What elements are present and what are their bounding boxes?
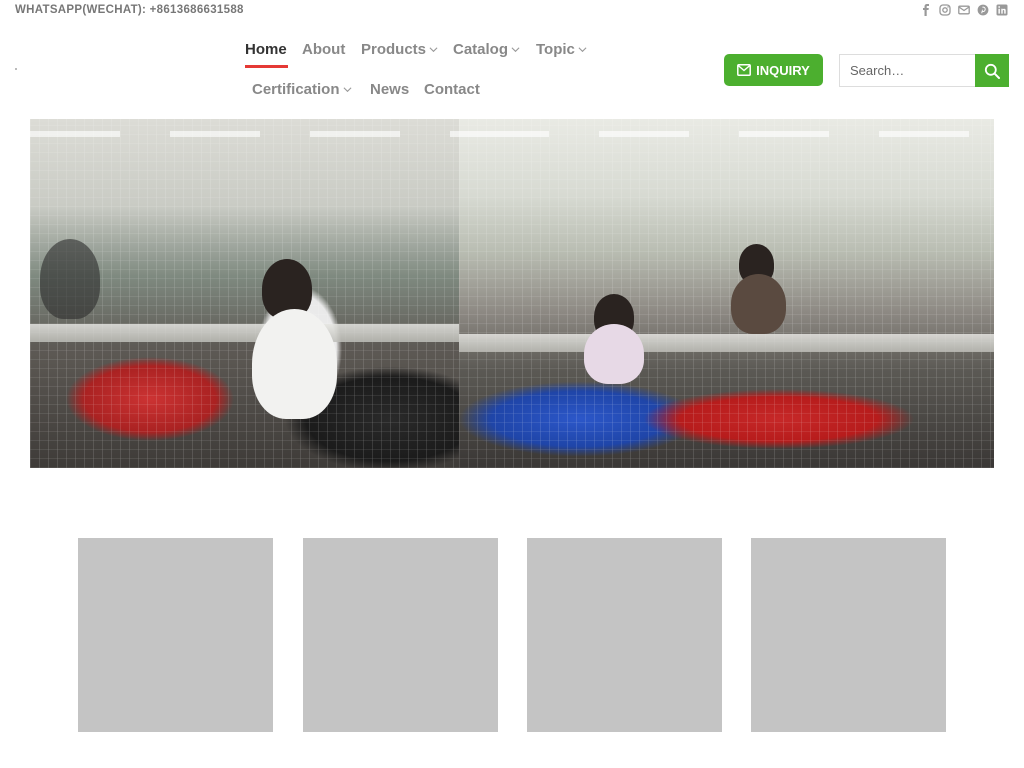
product-thumbnail[interactable]: [303, 538, 498, 732]
nav-products-label: Products: [361, 41, 427, 58]
inquiry-label: INQUIRY: [756, 62, 810, 78]
search-icon: [984, 63, 1000, 79]
nav-about-label: About: [302, 41, 346, 58]
inquiry-button[interactable]: INQUIRY: [724, 54, 823, 86]
active-indicator: [245, 65, 288, 68]
nav-contact[interactable]: Contact: [424, 81, 480, 98]
envelope-icon: [737, 64, 752, 76]
product-thumbnail[interactable]: [78, 538, 273, 732]
nav-contact-label: Contact: [424, 81, 480, 98]
nav-products[interactable]: Products: [361, 41, 438, 58]
nav-certification[interactable]: Certification: [252, 81, 352, 98]
nav-certification-label: Certification: [252, 81, 340, 98]
social-links: [919, 3, 1008, 16]
top-bar: WHATSAPP(WECHAT): +8613686631588: [0, 0, 1024, 22]
nav-news-label: News: [370, 81, 410, 98]
product-thumbnail[interactable]: [751, 538, 946, 732]
facebook-icon[interactable]: [919, 3, 932, 16]
nav-home[interactable]: Home: [245, 41, 287, 58]
factory-photo-right: [459, 119, 994, 468]
email-icon[interactable]: [957, 3, 970, 16]
nav-catalog-label: Catalog: [453, 41, 509, 58]
product-thumbnail[interactable]: [527, 538, 722, 732]
search-input[interactable]: [839, 54, 975, 87]
chevron-down-icon: [429, 47, 438, 53]
nav-catalog[interactable]: Catalog: [453, 41, 520, 58]
search-button[interactable]: [975, 54, 1009, 87]
nav-topic[interactable]: Topic: [536, 41, 587, 58]
chevron-down-icon: [343, 87, 351, 93]
contact-text: WHATSAPP(WECHAT): +8613686631588: [15, 4, 244, 16]
instagram-icon[interactable]: [938, 3, 951, 16]
nav-news[interactable]: News: [370, 81, 409, 98]
pinterest-icon[interactable]: [976, 3, 989, 16]
factory-photo-left: [30, 119, 459, 468]
chevron-down-icon: [511, 47, 520, 53]
chevron-down-icon: [578, 47, 587, 53]
nav-home-label: Home: [245, 41, 287, 58]
site-logo[interactable]: [15, 68, 17, 70]
hero-banner-image: [30, 119, 994, 468]
nav-topic-label: Topic: [536, 41, 575, 58]
linkedin-icon[interactable]: [995, 3, 1008, 16]
nav-about[interactable]: About: [302, 41, 345, 58]
